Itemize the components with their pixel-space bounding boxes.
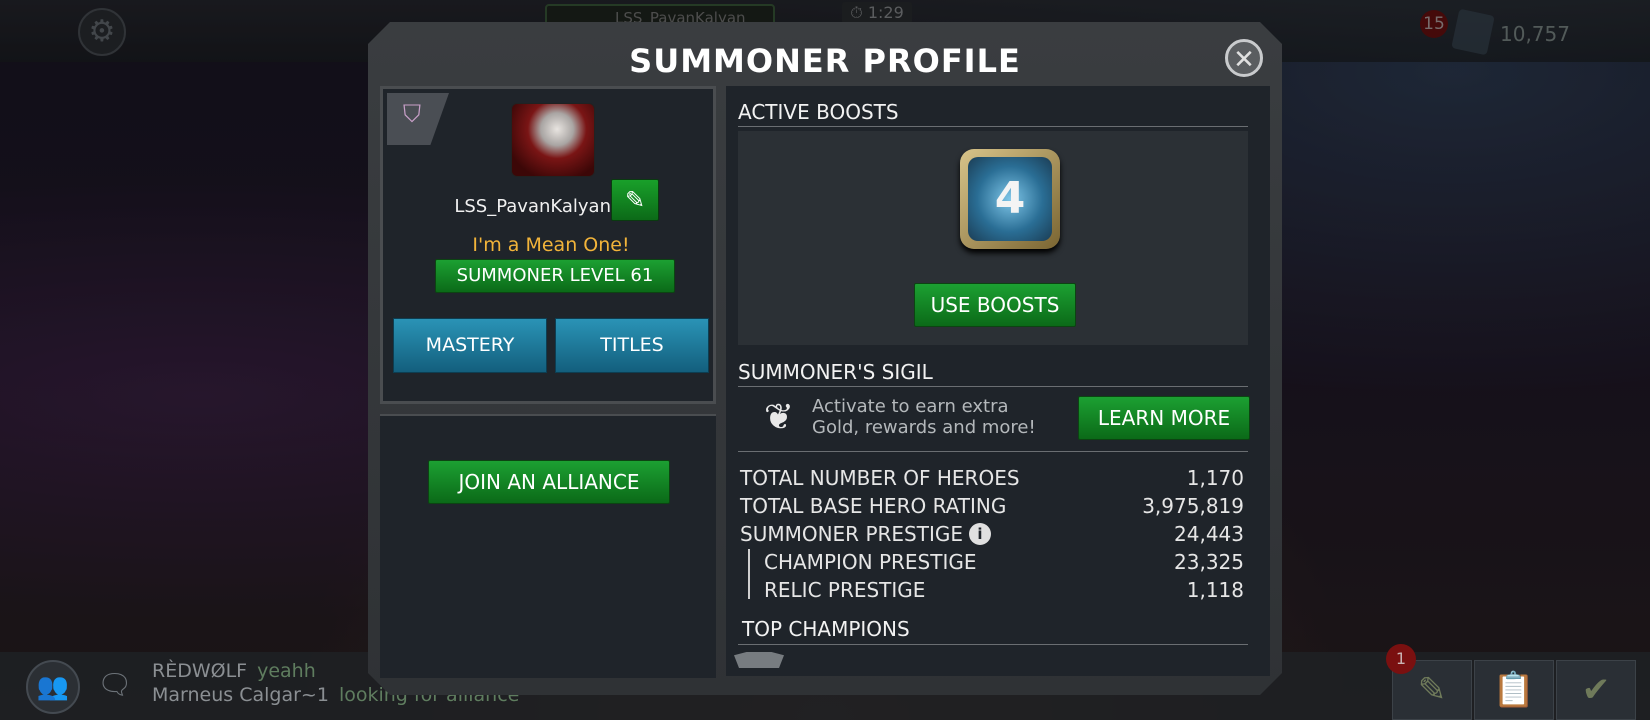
mastery-button[interactable]: MASTERY bbox=[393, 318, 547, 373]
player-title: I'm a Mean One! bbox=[472, 234, 630, 256]
divider bbox=[738, 126, 1248, 127]
boost-icon[interactable]: 4 bbox=[960, 149, 1060, 249]
stat-row: TOTAL BASE HERO RATING 3,975,819 bbox=[740, 494, 1244, 520]
clipboard-button[interactable]: 📋 bbox=[1474, 660, 1554, 720]
chat-icon[interactable]: 🗨 bbox=[97, 668, 133, 701]
divider bbox=[738, 644, 1248, 645]
use-boosts-button[interactable]: USE BOOSTS bbox=[914, 283, 1076, 327]
chat-author: RÈDWØLF bbox=[152, 660, 248, 682]
join-alliance-button[interactable]: JOIN AN ALLIANCE bbox=[428, 460, 670, 504]
prestige-tree-line bbox=[748, 549, 760, 599]
sigil-description: Activate to earn extra Gold, rewards and… bbox=[812, 396, 1036, 438]
stat-row: RELIC PRESTIGE 1,118 bbox=[764, 578, 1244, 604]
stat-label-text: SUMMONER PRESTIGE bbox=[740, 522, 963, 546]
stat-label: TOTAL BASE HERO RATING bbox=[740, 494, 1007, 518]
summoner-level-button[interactable]: SUMMONER LEVEL 61 bbox=[435, 259, 675, 293]
top-champions-title: TOP CHAMPIONS bbox=[742, 617, 910, 641]
divider bbox=[738, 386, 1248, 387]
complete-button[interactable]: ✔ bbox=[1556, 660, 1636, 720]
stat-label: CHAMPION PRESTIGE bbox=[764, 550, 977, 574]
stat-label: RELIC PRESTIGE bbox=[764, 578, 926, 602]
stat-value: 1,170 bbox=[1186, 466, 1244, 490]
sigil-title: SUMMONER'S SIGIL bbox=[738, 360, 933, 384]
alliance-icon[interactable]: 👥 bbox=[26, 660, 80, 714]
profile-details: ACTIVE BOOSTS 4 USE BOOSTS SUMMONER'S SI… bbox=[726, 86, 1270, 676]
fantastic-four-icon: 4 bbox=[968, 157, 1052, 241]
stat-value: 23,325 bbox=[1174, 550, 1244, 574]
stat-value: 1,118 bbox=[1186, 578, 1244, 602]
username: LSS_PavanKalyan bbox=[454, 196, 611, 217]
shield-icon: ⛉ bbox=[403, 100, 421, 128]
bottom-badge: 1 bbox=[1386, 644, 1416, 674]
stat-row: TOTAL NUMBER OF HEROES 1,170 bbox=[740, 466, 1244, 492]
stat-label: TOTAL NUMBER OF HEROES bbox=[740, 466, 1020, 490]
modal-title: SUMMONER PROFILE bbox=[629, 42, 1021, 80]
titles-button[interactable]: TITLES bbox=[555, 318, 709, 373]
summoner-profile-modal: SUMMONER PROFILE ✕ ⛉ LSS_PavanKalyan ✎ I… bbox=[368, 22, 1282, 695]
info-icon[interactable]: i bbox=[968, 523, 991, 545]
active-boosts-title: ACTIVE BOOSTS bbox=[738, 100, 899, 124]
stat-row: CHAMPION PRESTIGE 23,325 bbox=[764, 550, 1244, 576]
stat-value: 3,975,819 bbox=[1142, 494, 1244, 518]
edit-name-button[interactable]: ✎ bbox=[611, 179, 659, 221]
pencil-icon: ✎ bbox=[624, 186, 646, 214]
chat-author: Marneus Calgar~1 bbox=[152, 684, 329, 706]
alliance-panel: JOIN AN ALLIANCE bbox=[380, 414, 716, 678]
learn-more-button[interactable]: LEARN MORE bbox=[1078, 396, 1250, 440]
avatar[interactable] bbox=[511, 103, 595, 177]
chat-message: RÈDWØLF yeahh bbox=[152, 660, 316, 682]
stat-label: SUMMONER PRESTIGE i bbox=[740, 522, 991, 546]
close-icon[interactable]: ✕ bbox=[1225, 39, 1263, 77]
profile-card: ⛉ LSS_PavanKalyan ✎ I'm a Mean One! SUMM… bbox=[380, 86, 716, 404]
stat-row: SUMMONER PRESTIGE i 24,443 bbox=[740, 522, 1244, 548]
sigil-icon: ❦ bbox=[763, 397, 795, 438]
champion-portrait[interactable] bbox=[734, 652, 784, 668]
divider bbox=[738, 451, 1248, 452]
chat-text: yeahh bbox=[257, 660, 316, 682]
stat-value: 24,443 bbox=[1174, 522, 1244, 546]
boosts-box: 4 USE BOOSTS bbox=[738, 131, 1248, 345]
